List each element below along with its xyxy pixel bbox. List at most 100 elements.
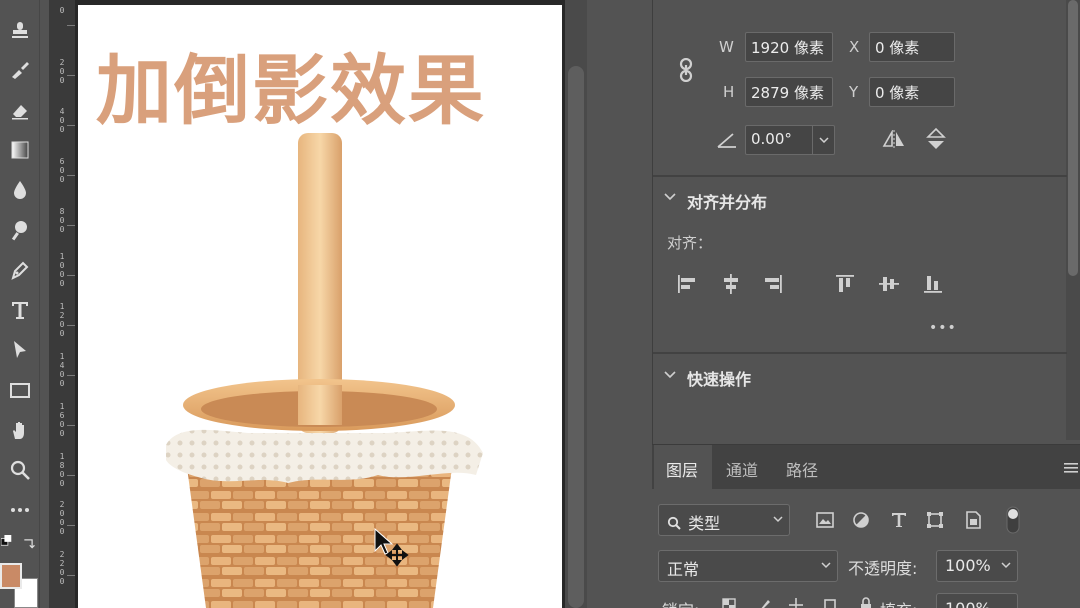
lock-all-icon[interactable] xyxy=(856,595,876,608)
move-cursor-icon xyxy=(374,527,409,567)
filter-smart-object-icon[interactable] xyxy=(962,509,984,531)
opacity-value: 100% xyxy=(945,556,991,575)
lock-transparent-pixels-icon[interactable] xyxy=(720,597,738,608)
properties-scrollbar[interactable] xyxy=(1066,0,1080,440)
ruler-mark: 4 0 0 xyxy=(59,107,65,134)
angle-dropdown-icon[interactable] xyxy=(812,126,834,154)
ruler-tick xyxy=(67,125,75,126)
zoom-tool-icon[interactable] xyxy=(6,456,34,484)
lock-image-pixels-icon[interactable] xyxy=(756,595,774,608)
ruler-tick xyxy=(67,425,75,426)
tools-panel xyxy=(0,0,40,608)
align-section-title[interactable]: 对齐并分布 xyxy=(687,189,767,213)
y-field[interactable]: 0 像素 xyxy=(869,77,955,107)
photoshop-window: 0 2 0 0 4 0 0 6 0 0 8 0 0 1 0 0 0 1 2 0 … xyxy=(0,0,1080,608)
align-center-horizontal-icon[interactable] xyxy=(719,272,743,296)
filter-shape-icon[interactable] xyxy=(924,509,946,531)
swap-colors-icon[interactable] xyxy=(20,534,38,552)
default-colors-icon[interactable] xyxy=(0,534,14,548)
ruler-mark: 1 2 0 0 xyxy=(59,302,65,338)
fill-field[interactable]: 100% xyxy=(936,593,1018,608)
path-selection-icon[interactable] xyxy=(6,336,34,364)
filter-type-icon[interactable] xyxy=(888,509,910,531)
more-options-icon[interactable]: ••• xyxy=(929,320,957,336)
flip-horizontal-icon[interactable] xyxy=(881,126,907,152)
layers-tabbar: 图层 通道 路径 xyxy=(652,445,1080,489)
dodge-tool-icon[interactable] xyxy=(6,216,34,244)
align-middle-vertical-icon[interactable] xyxy=(877,272,901,296)
panel-gutter xyxy=(587,0,652,608)
hand-tool-icon[interactable] xyxy=(6,416,34,444)
foreground-color-swatch[interactable] xyxy=(0,563,22,589)
document-canvas[interactable]: 加倒影效果 xyxy=(78,5,562,608)
canvas-scrollbar[interactable] xyxy=(565,0,587,608)
properties-scroll-thumb[interactable] xyxy=(1068,0,1078,276)
blend-mode-select[interactable]: 正常 xyxy=(658,550,838,582)
align-right-icon[interactable] xyxy=(761,272,785,296)
ruler-mark: 1 4 0 0 xyxy=(59,352,65,388)
more-tools-icon[interactable] xyxy=(6,496,34,524)
filter-kind-label: 类型 xyxy=(688,514,721,533)
fill-label: 填充: xyxy=(880,597,917,608)
blur-tool-icon[interactable] xyxy=(6,176,34,204)
panel-menu-icon[interactable] xyxy=(1064,459,1078,473)
ruler-tick xyxy=(67,525,75,526)
ruler-tick xyxy=(67,375,75,376)
vertical-ruler: 0 2 0 0 4 0 0 6 0 0 8 0 0 1 0 0 0 1 2 0 … xyxy=(49,0,75,608)
ruler-mark: 1 8 0 0 xyxy=(59,452,65,488)
rectangle-tool-icon[interactable] xyxy=(6,376,34,404)
quick-actions-title[interactable]: 快速操作 xyxy=(687,366,751,390)
tab-channels[interactable]: 通道 xyxy=(714,445,772,489)
ruler-mark: 2 0 0 xyxy=(59,58,65,85)
section-divider xyxy=(653,175,1067,177)
width-label: W xyxy=(719,38,734,56)
fill-value: 100% xyxy=(945,599,991,608)
ruler-tick xyxy=(67,475,75,476)
pen-tool-icon[interactable] xyxy=(6,256,34,284)
align-bottom-icon[interactable] xyxy=(921,272,945,296)
opacity-label: 不透明度: xyxy=(848,559,918,578)
layer-filter-select[interactable]: 类型 xyxy=(658,504,790,536)
link-dimensions-icon[interactable] xyxy=(675,56,697,84)
ruler-mark: 2 2 0 0 xyxy=(59,550,65,586)
ruler-tick xyxy=(67,575,75,576)
gradient-tool-icon[interactable] xyxy=(6,136,34,164)
type-tool-icon[interactable] xyxy=(6,296,34,324)
stamp-tool-icon[interactable] xyxy=(6,16,34,44)
width-field[interactable]: 1920 像素 xyxy=(745,32,833,62)
align-top-icon[interactable] xyxy=(833,272,857,296)
flip-vertical-icon[interactable] xyxy=(923,126,949,152)
align-left-icon[interactable] xyxy=(675,272,699,296)
height-field[interactable]: 2879 像素 xyxy=(745,77,833,107)
tab-paths[interactable]: 路径 xyxy=(774,445,832,489)
height-label: H xyxy=(723,83,735,101)
angle-icon xyxy=(715,128,739,152)
angle-field[interactable]: 0.00° xyxy=(745,125,835,155)
ruler-tick xyxy=(67,75,75,76)
ruler-tick xyxy=(67,225,75,226)
lock-artboard-icon[interactable] xyxy=(820,595,840,608)
search-icon xyxy=(667,515,683,534)
chevron-down-icon xyxy=(821,562,831,569)
ruler-mark: 8 0 0 xyxy=(59,207,65,234)
section-divider xyxy=(653,352,1067,354)
ruler-tick xyxy=(67,25,75,26)
filter-adjustment-icon[interactable] xyxy=(850,509,872,531)
opacity-field[interactable]: 100% xyxy=(936,550,1018,582)
history-brush-icon[interactable] xyxy=(6,56,34,84)
tab-layers[interactable]: 图层 xyxy=(654,445,712,489)
canvas-scroll-thumb[interactable] xyxy=(568,66,584,608)
ruler-mark: 1 6 0 0 xyxy=(59,402,65,438)
chevron-down-icon[interactable] xyxy=(663,368,677,382)
ruler-mark: 2 0 0 0 xyxy=(59,500,65,536)
lock-position-icon[interactable] xyxy=(786,595,806,608)
lock-label: 锁定: xyxy=(662,597,699,608)
x-field[interactable]: 0 像素 xyxy=(869,32,955,62)
chevron-down-icon[interactable] xyxy=(663,190,677,204)
filter-toggle-icon[interactable] xyxy=(1004,505,1022,535)
filter-pixel-icon[interactable] xyxy=(814,509,836,531)
ruler-mark: 6 0 0 xyxy=(59,157,65,184)
ruler-tick xyxy=(67,175,75,176)
eraser-tool-icon[interactable] xyxy=(6,96,34,124)
basket-image xyxy=(166,133,483,608)
